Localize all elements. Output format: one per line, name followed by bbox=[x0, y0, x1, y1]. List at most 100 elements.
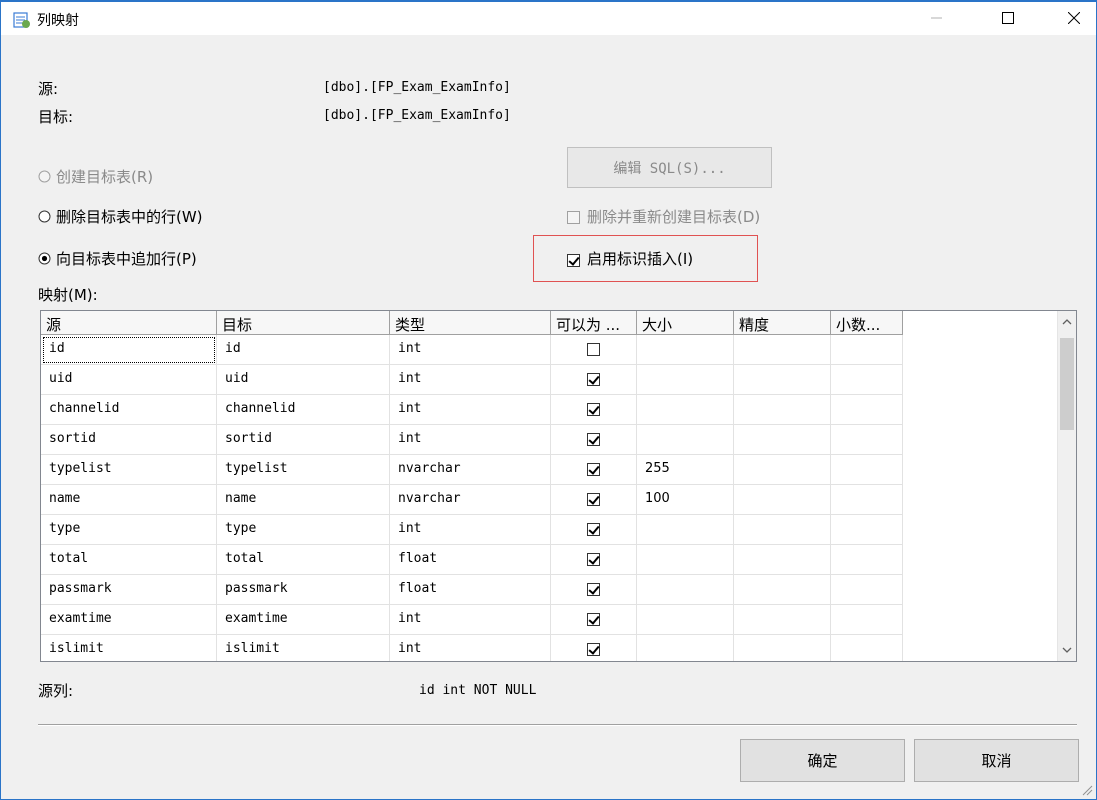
table-row[interactable]: uid uid int bbox=[41, 365, 903, 395]
nullable-checkbox[interactable] bbox=[587, 343, 600, 356]
cell-nullable[interactable] bbox=[551, 335, 637, 365]
cell-scale[interactable] bbox=[831, 545, 903, 575]
cell-precision[interactable] bbox=[734, 365, 831, 395]
cell-target[interactable]: name bbox=[217, 485, 390, 515]
col-header-type[interactable]: 类型 bbox=[390, 311, 551, 335]
cell-scale[interactable] bbox=[831, 455, 903, 485]
cell-target[interactable]: islimit bbox=[217, 635, 390, 661]
cell-nullable[interactable] bbox=[551, 395, 637, 425]
nullable-checkbox[interactable] bbox=[587, 493, 600, 506]
cell-precision[interactable] bbox=[734, 515, 831, 545]
table-row[interactable]: id id int bbox=[41, 335, 903, 365]
nullable-checkbox[interactable] bbox=[587, 403, 600, 416]
nullable-checkbox[interactable] bbox=[587, 373, 600, 386]
cell-scale[interactable] bbox=[831, 485, 903, 515]
cell-precision[interactable] bbox=[734, 635, 831, 661]
cell-size[interactable] bbox=[637, 335, 734, 365]
col-header-target[interactable]: 目标 bbox=[217, 311, 390, 335]
cell-source[interactable]: type bbox=[41, 515, 217, 545]
table-row[interactable]: examtime examtime int bbox=[41, 605, 903, 635]
grid-vertical-scrollbar[interactable] bbox=[1057, 311, 1076, 661]
cell-size[interactable]: 100 bbox=[637, 485, 734, 515]
cell-precision[interactable] bbox=[734, 455, 831, 485]
cell-type[interactable]: int bbox=[390, 395, 551, 425]
table-row[interactable]: sortid sortid int bbox=[41, 425, 903, 455]
table-row[interactable]: total total float bbox=[41, 545, 903, 575]
cell-scale[interactable] bbox=[831, 365, 903, 395]
cell-type[interactable]: int bbox=[390, 605, 551, 635]
edit-sql-button[interactable]: 编辑 SQL(S)... bbox=[567, 147, 772, 188]
minimize-button[interactable] bbox=[914, 2, 960, 34]
cell-precision[interactable] bbox=[734, 335, 831, 365]
nullable-checkbox[interactable] bbox=[587, 433, 600, 446]
cell-size[interactable] bbox=[637, 395, 734, 425]
table-row[interactable]: type type int bbox=[41, 515, 903, 545]
cell-source[interactable]: total bbox=[41, 545, 217, 575]
cell-target[interactable]: type bbox=[217, 515, 390, 545]
cell-type[interactable]: float bbox=[390, 545, 551, 575]
col-header-source[interactable]: 源 bbox=[41, 311, 217, 335]
resize-grip-icon[interactable] bbox=[1081, 784, 1093, 796]
cell-target[interactable]: passmark bbox=[217, 575, 390, 605]
drop-recreate-checkbox[interactable] bbox=[567, 208, 580, 226]
scroll-thumb[interactable] bbox=[1060, 338, 1074, 430]
cell-precision[interactable] bbox=[734, 485, 831, 515]
cell-type[interactable]: nvarchar bbox=[390, 455, 551, 485]
cell-precision[interactable] bbox=[734, 545, 831, 575]
cell-size[interactable] bbox=[637, 545, 734, 575]
cell-nullable[interactable] bbox=[551, 605, 637, 635]
enable-identity-insert-checkbox[interactable] bbox=[567, 251, 580, 269]
cell-source[interactable]: name bbox=[41, 485, 217, 515]
col-header-scale[interactable]: 小数... bbox=[831, 311, 903, 335]
cell-size[interactable] bbox=[637, 365, 734, 395]
cell-nullable[interactable] bbox=[551, 515, 637, 545]
cell-size[interactable] bbox=[637, 515, 734, 545]
cell-nullable[interactable] bbox=[551, 425, 637, 455]
append-rows-radio[interactable] bbox=[38, 252, 51, 265]
cell-scale[interactable] bbox=[831, 605, 903, 635]
nullable-checkbox[interactable] bbox=[587, 463, 600, 476]
nullable-checkbox[interactable] bbox=[587, 583, 600, 596]
cell-target[interactable]: uid bbox=[217, 365, 390, 395]
table-row[interactable]: passmark passmark float bbox=[41, 575, 903, 605]
cell-type[interactable]: int bbox=[390, 365, 551, 395]
maximize-button[interactable] bbox=[985, 2, 1031, 34]
scroll-down-button[interactable] bbox=[1058, 641, 1076, 659]
nullable-checkbox[interactable] bbox=[587, 553, 600, 566]
cell-scale[interactable] bbox=[831, 635, 903, 661]
cell-size[interactable]: 255 bbox=[637, 455, 734, 485]
cell-type[interactable]: int bbox=[390, 335, 551, 365]
cell-type[interactable]: int bbox=[390, 425, 551, 455]
ok-button[interactable]: 确定 bbox=[740, 739, 905, 782]
table-row[interactable]: name name nvarchar 100 bbox=[41, 485, 903, 515]
nullable-checkbox[interactable] bbox=[587, 643, 600, 656]
cell-size[interactable] bbox=[637, 605, 734, 635]
cell-size[interactable] bbox=[637, 635, 734, 661]
cell-source[interactable]: examtime bbox=[41, 605, 217, 635]
cell-precision[interactable] bbox=[734, 605, 831, 635]
mappings-grid[interactable]: 源 目标 类型 可以为 ... 大小 精度 小数... id id int uid ui… bbox=[40, 310, 1077, 662]
nullable-checkbox[interactable] bbox=[587, 613, 600, 626]
cell-precision[interactable] bbox=[734, 575, 831, 605]
table-row[interactable]: typelist typelist nvarchar 255 bbox=[41, 455, 903, 485]
cell-precision[interactable] bbox=[734, 425, 831, 455]
cell-source[interactable]: channelid bbox=[41, 395, 217, 425]
cell-target[interactable]: typelist bbox=[217, 455, 390, 485]
cell-scale[interactable] bbox=[831, 395, 903, 425]
cell-target[interactable]: examtime bbox=[217, 605, 390, 635]
col-header-size[interactable]: 大小 bbox=[637, 311, 734, 335]
cell-source[interactable]: id bbox=[41, 335, 217, 365]
cell-scale[interactable] bbox=[831, 575, 903, 605]
cancel-button[interactable]: 取消 bbox=[914, 739, 1079, 782]
cell-scale[interactable] bbox=[831, 335, 903, 365]
cell-source[interactable]: uid bbox=[41, 365, 217, 395]
col-header-precision[interactable]: 精度 bbox=[734, 311, 831, 335]
table-row[interactable]: channelid channelid int bbox=[41, 395, 903, 425]
cell-source[interactable]: islimit bbox=[41, 635, 217, 661]
table-row[interactable]: islimit islimit int bbox=[41, 635, 903, 661]
cell-source[interactable]: passmark bbox=[41, 575, 217, 605]
cell-nullable[interactable] bbox=[551, 365, 637, 395]
cell-nullable[interactable] bbox=[551, 485, 637, 515]
col-header-nullable[interactable]: 可以为 ... bbox=[551, 311, 637, 335]
title-bar[interactable]: 列映射 bbox=[1, 2, 1096, 35]
